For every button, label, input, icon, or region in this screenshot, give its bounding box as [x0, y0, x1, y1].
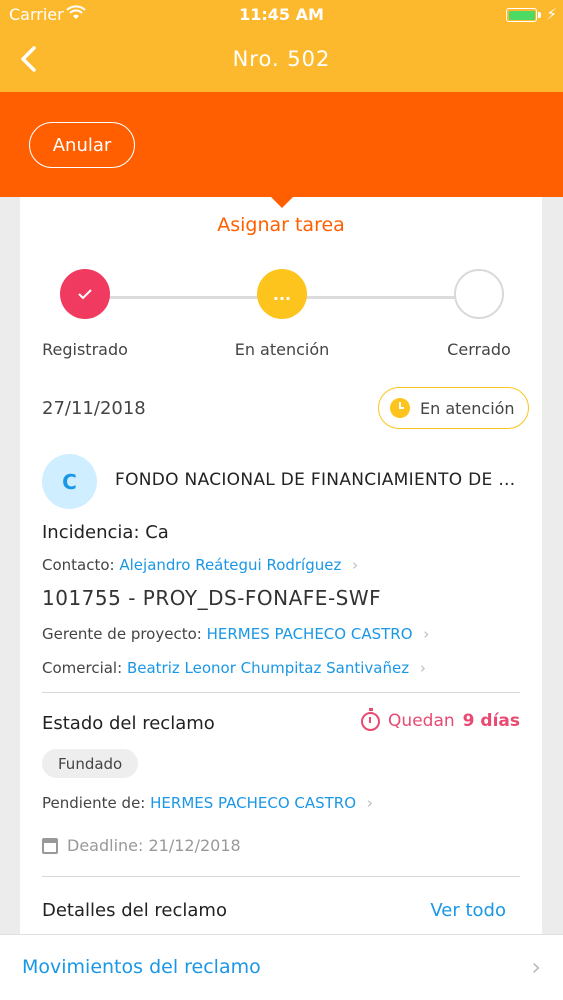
see-all-link[interactable]: Ver todo — [430, 900, 506, 921]
chevron-right-icon: › — [423, 625, 430, 643]
divider — [42, 876, 520, 877]
status-bar: Carrier 11:45 AM ⚡ — [0, 0, 563, 30]
page-title: Nro. 502 — [232, 47, 331, 71]
step-en-atencion-ellipsis-icon: ... — [257, 269, 307, 319]
status-time: 11:45 AM — [239, 5, 324, 24]
divider — [42, 692, 520, 693]
chevron-right-icon: › — [419, 659, 426, 677]
remaining-time: Quedan 9 días — [361, 707, 520, 731]
assign-task-link[interactable]: Asignar tarea — [20, 214, 542, 236]
project-manager-row[interactable]: Gerente de proyecto: HERMES PACHECO CAST… — [42, 625, 429, 643]
deadline-row: Deadline: 21/12/2018 — [42, 836, 241, 855]
anular-button[interactable]: Anular — [29, 122, 135, 168]
calendar-icon — [42, 837, 58, 854]
pending-row[interactable]: Pendiente de: HERMES PACHECO CASTRO › — [42, 794, 373, 812]
claim-movements-row[interactable]: Movimientos del reclamo › — [0, 934, 563, 1000]
charging-bolt-icon: ⚡ — [546, 5, 557, 23]
chevron-right-icon: › — [531, 953, 541, 981]
company-name: FONDO NACIONAL DE FINANCIAMIENTO DE LA A… — [115, 470, 525, 490]
project-manager-link[interactable]: HERMES PACHECO CASTRO — [207, 625, 413, 643]
claim-card: Asignar tarea ... Registrado En atención… — [20, 197, 542, 937]
company-avatar: C — [42, 454, 97, 509]
step-label-registrado: Registrado — [42, 340, 128, 359]
project-manager-label: Gerente de proyecto: — [42, 625, 202, 643]
claim-date: 27/11/2018 — [42, 398, 146, 419]
navigation-bar: Nro. 502 — [0, 30, 563, 92]
incidencia-text: Incidencia: Ca — [42, 522, 169, 543]
project-code: 101755 - PROY_DS-FONAFE-SWF — [42, 586, 382, 610]
pending-label: Pendiente de: — [42, 794, 146, 812]
status-badge: En atención — [378, 387, 529, 429]
step-label-en-atencion: En atención — [234, 340, 330, 359]
status-badge-label: En atención — [420, 398, 515, 418]
chevron-right-icon: › — [366, 794, 373, 812]
commercial-label: Comercial: — [42, 659, 123, 677]
status-chip: Fundado — [42, 749, 139, 778]
band-pointer — [270, 196, 294, 208]
battery-icon — [506, 8, 537, 22]
action-band: Anular — [0, 92, 563, 197]
remaining-prefix: Quedan — [388, 711, 455, 731]
deadline-text: Deadline: 21/12/2018 — [67, 836, 241, 855]
chevron-right-icon: › — [352, 556, 359, 574]
clock-icon — [390, 398, 410, 418]
claim-movements-label: Movimientos del reclamo — [22, 956, 261, 978]
battery-cap — [538, 12, 541, 18]
contact-row[interactable]: Contacto: Alejandro Reátegui Rodríguez › — [42, 556, 358, 574]
step-cerrado-circle-icon — [454, 269, 504, 319]
step-registrado-check-icon — [60, 269, 110, 319]
commercial-row[interactable]: Comercial: Beatriz Leonor Chumpitaz Sant… — [42, 659, 426, 677]
claim-status-title: Estado del reclamo — [42, 713, 215, 734]
commercial-link[interactable]: Beatriz Leonor Chumpitaz Santivañez — [127, 659, 409, 677]
stopwatch-icon — [361, 707, 381, 731]
claim-details-title: Detalles del reclamo — [42, 900, 227, 921]
step-label-cerrado: Cerrado — [447, 340, 511, 359]
pending-link[interactable]: HERMES PACHECO CASTRO — [150, 794, 356, 812]
remaining-value: 9 días — [462, 711, 520, 731]
contact-link[interactable]: Alejandro Reátegui Rodríguez — [119, 556, 341, 574]
contact-label: Contacto: — [42, 556, 115, 574]
